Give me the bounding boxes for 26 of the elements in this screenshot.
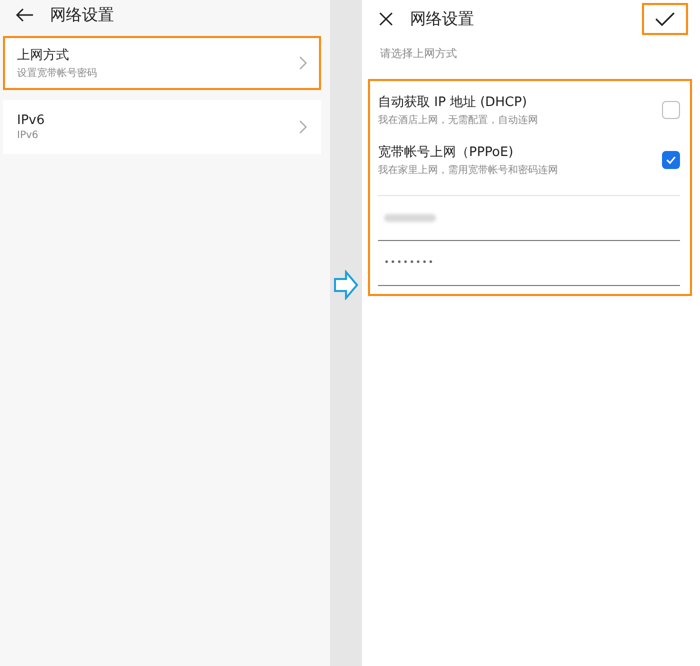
checkbox[interactable] — [662, 151, 680, 169]
chevron-icon — [299, 56, 307, 70]
option-title: 宽带帐号上网（PPPoE) — [378, 144, 514, 161]
item-subtitle: 设置宽带帐号密码 — [17, 66, 98, 80]
option-subtitle: 我在家里上网，需用宽带帐号和密码连网 — [378, 164, 559, 177]
check-icon — [655, 12, 675, 26]
item-title: IPv6 — [17, 113, 46, 128]
item-title: 上网方式 — [17, 47, 70, 64]
hint-text: 请选择上网方式 — [380, 46, 458, 61]
blurred-text — [384, 214, 436, 222]
item-subtitle: IPv6 — [17, 130, 40, 141]
confirm-button[interactable] — [642, 3, 688, 35]
close-icon[interactable] — [378, 11, 394, 27]
right-arrow-icon — [333, 270, 359, 300]
screen-title: 网络设置 — [50, 4, 115, 26]
password-dots: •••••••• — [384, 258, 434, 268]
option-subtitle: 我在酒店上网，无需配置，自动连网 — [378, 114, 539, 127]
screen-title: 网络设置 — [410, 8, 475, 30]
checkbox[interactable] — [662, 101, 680, 119]
settings-item[interactable]: IPv6 IPv6 — [3, 100, 321, 154]
settings-item[interactable]: 上网方式 设置宽带帐号密码 — [3, 36, 321, 90]
option-title: 自动获取 IP 地址 (DHCP) — [378, 94, 528, 111]
check-icon — [666, 156, 676, 164]
password-field[interactable]: •••••••• — [378, 241, 680, 286]
back-arrow-icon[interactable] — [16, 8, 34, 22]
chevron-icon — [299, 120, 307, 134]
